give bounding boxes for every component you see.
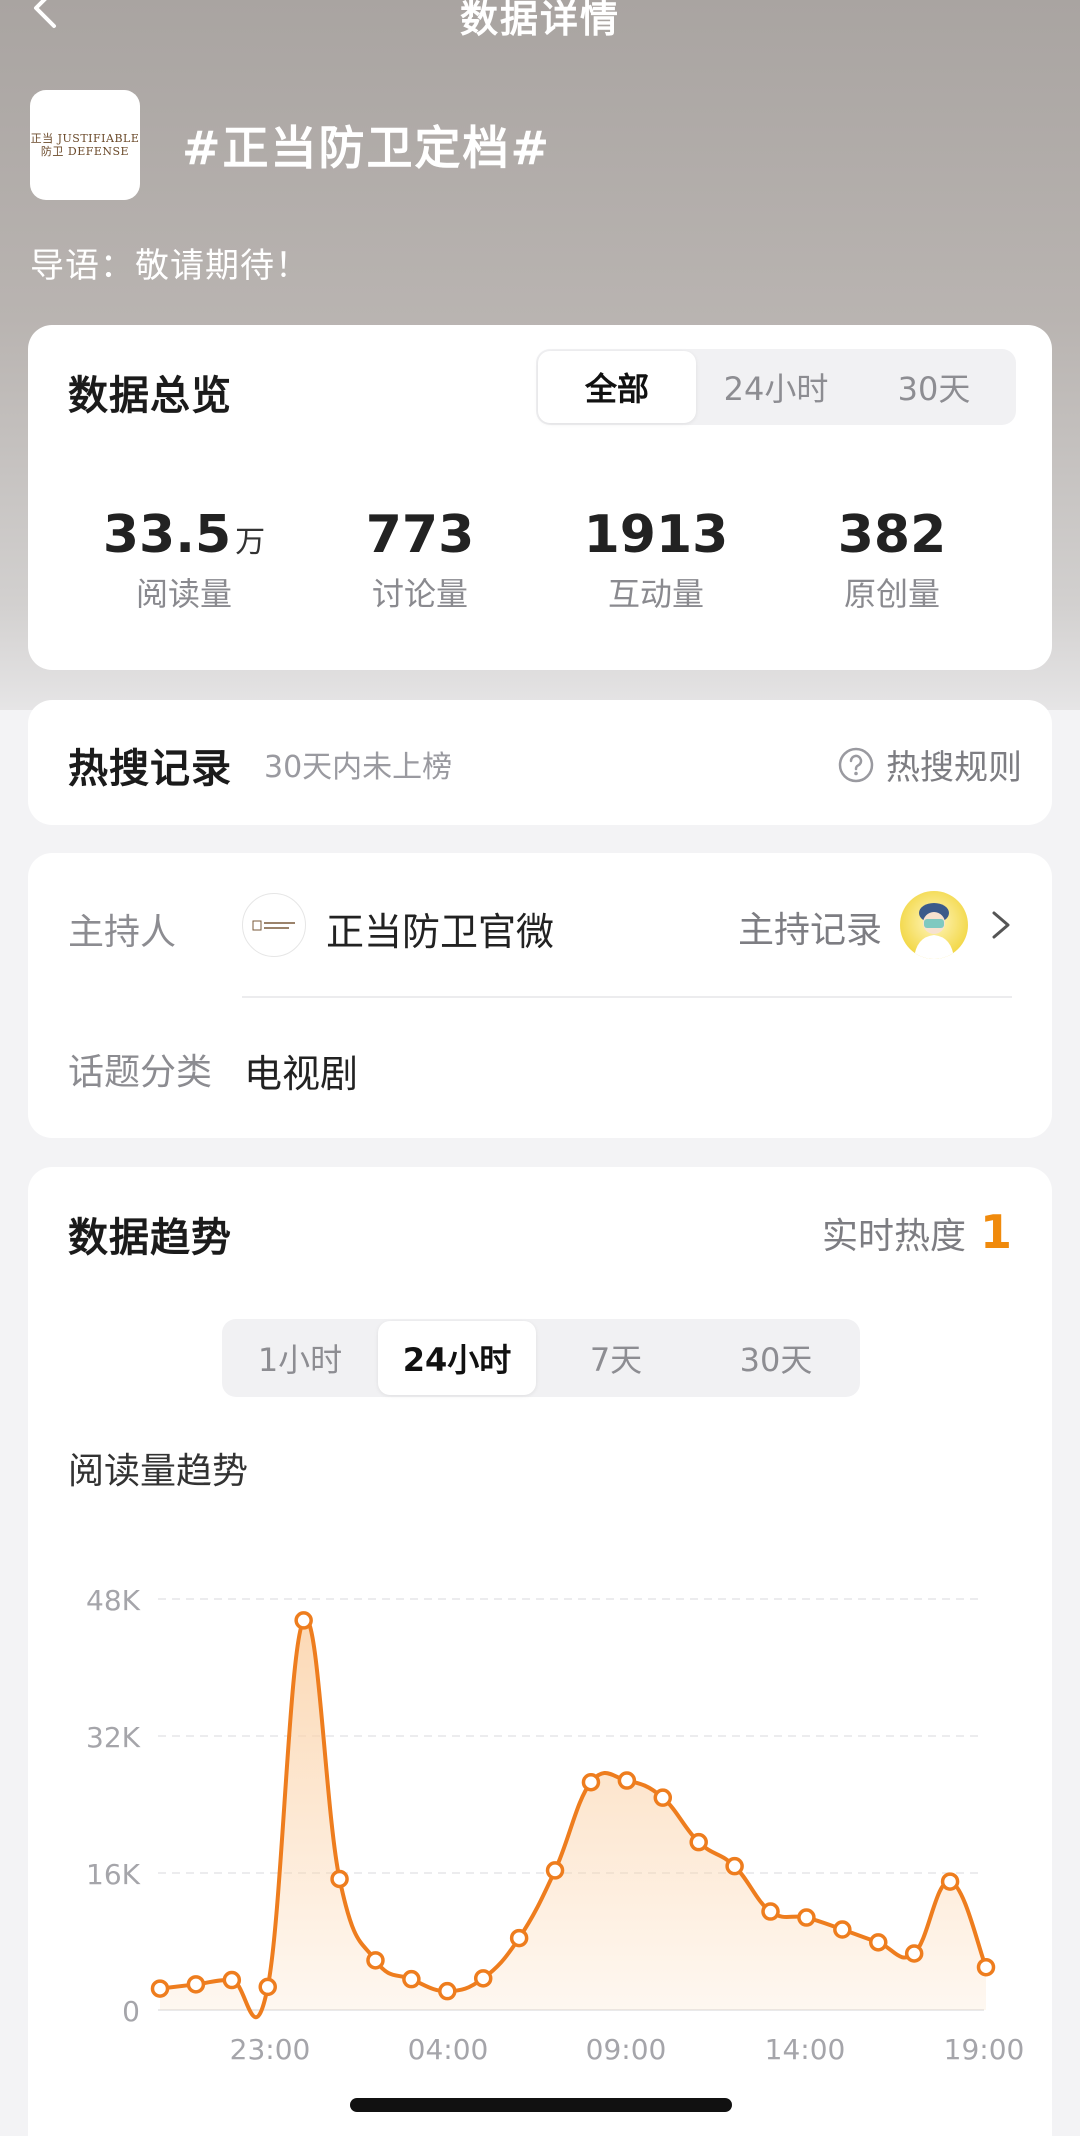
host-label: 主持人 <box>68 912 177 953</box>
topic-intro: 导语：敬请期待！ <box>30 246 310 286</box>
data-point <box>294 1611 313 1630</box>
x-tick-label: 04:00 <box>408 2033 489 2066</box>
tab-24h[interactable]: 24小时 <box>698 349 854 425</box>
stat-reads-value: 33.5 <box>102 505 232 565</box>
tab-30d[interactable]: 30天 <box>854 349 1014 425</box>
y-tick-label: 0 <box>122 1995 140 2028</box>
stat-interactions-label: 互动量 <box>607 575 704 613</box>
home-indicator <box>350 2098 732 2112</box>
x-tick-label: 14:00 <box>765 2033 846 2066</box>
page-title: 数据详情 <box>459 0 620 41</box>
stat-interactions-value: 1913 <box>583 505 729 565</box>
stat-discussions-value: 773 <box>365 505 475 565</box>
read-trend-chart: 0 16K 32K 48K 23:00 04:00 09:00 14:00 19:00 <box>86 1584 1025 2066</box>
hot-search-rules-link[interactable]: 热搜规则 <box>838 740 1022 789</box>
y-tick-label: 16K <box>86 1858 141 1891</box>
chevron-right-icon[interactable] <box>986 905 1016 945</box>
data-point <box>222 1970 242 1990</box>
host-name[interactable]: 正当防卫官微 <box>326 901 554 956</box>
data-point <box>725 1856 744 1876</box>
data-point <box>186 1975 206 1994</box>
host-card: 主持人 正当防卫官微 主持记录 话题分类 电视剧 <box>28 853 1052 1138</box>
hot-search-card: 热搜记录 30天内未上榜 热搜规则 <box>28 700 1052 825</box>
data-point <box>904 1944 924 1963</box>
data-point <box>617 1771 637 1790</box>
stat-originals-value: 382 <box>837 505 947 565</box>
trend-card: 数据趋势 实时热度 1 1小时 24小时 7天 30天 阅读量趋势 0 16K 32… <box>28 1167 1052 2136</box>
user-avatar[interactable] <box>900 891 968 959</box>
data-point <box>438 1981 457 2001</box>
data-point <box>797 1908 816 1927</box>
data-point <box>833 1920 852 1939</box>
hot-search-title: 热搜记录 <box>68 746 232 792</box>
hot-search-subtitle: 30天内未上榜 <box>264 750 453 785</box>
data-point <box>653 1788 673 1807</box>
category-value: 电视剧 <box>244 1052 359 1096</box>
topic-title: #正当防卫定档# <box>182 121 552 175</box>
host-record-link[interactable]: 主持记录 <box>738 901 882 953</box>
overview-tabs: 全部 24小时 30天 <box>536 349 1016 425</box>
stat-discussions-label: 讨论量 <box>371 575 468 613</box>
data-point <box>689 1832 708 1852</box>
overview-stats: 33.5 万 阅读量 773 讨论量 1913 互动量 382 原创量 <box>28 505 1052 625</box>
avatar-figure-icon <box>914 903 954 959</box>
data-point <box>366 1951 385 1970</box>
data-point <box>509 1928 529 1948</box>
overview-title: 数据总览 <box>68 373 232 419</box>
data-point <box>581 1772 601 1792</box>
stat-reads: 33.5 万 阅读量 <box>64 505 304 615</box>
stat-originals: 382 原创量 <box>772 505 1012 615</box>
divider <box>242 996 1012 998</box>
data-point <box>940 1872 960 1891</box>
stat-reads-unit: 万 <box>235 525 266 560</box>
data-point <box>976 1957 996 1977</box>
tab-all[interactable]: 全部 <box>538 351 696 423</box>
x-tick-label: 23:00 <box>230 2033 311 2066</box>
host-avatar[interactable] <box>242 893 306 957</box>
data-point <box>869 1933 888 1952</box>
stat-reads-label: 阅读量 <box>135 575 232 613</box>
y-tick-label: 32K <box>86 1721 141 1754</box>
x-tick-label: 19:00 <box>944 2033 1025 2066</box>
hot-search-rules-label: 热搜规则 <box>886 748 1022 788</box>
data-point <box>473 1969 493 1988</box>
logo-text-line2: 防卫 DEFENSE <box>40 145 130 158</box>
y-tick-label: 48K <box>86 1584 141 1617</box>
stat-discussions: 773 讨论量 <box>300 505 540 615</box>
nav-bar: 数据详情 <box>0 0 1080 60</box>
data-point <box>150 1979 170 1998</box>
help-icon <box>838 747 874 782</box>
data-point <box>545 1861 565 1880</box>
data-point <box>761 1902 780 1921</box>
topic-logo: 正当 JUSTIFIABLE 防卫 DEFENSE <box>30 90 140 200</box>
data-point <box>330 1869 349 1889</box>
stat-interactions: 1913 互动量 <box>536 505 776 615</box>
stat-originals-label: 原创量 <box>843 575 940 613</box>
data-point <box>402 1969 421 1989</box>
host-logo-icon <box>252 920 295 931</box>
logo-text-line1: 正当 JUSTIFIABLE <box>30 132 140 145</box>
x-tick-label: 09:00 <box>586 2033 667 2066</box>
data-point <box>258 1977 277 1997</box>
category-label: 话题分类 <box>68 1052 213 1093</box>
overview-card: 数据总览 全部 24小时 30天 33.5 万 阅读量 773 讨论量 1913 … <box>28 325 1052 670</box>
